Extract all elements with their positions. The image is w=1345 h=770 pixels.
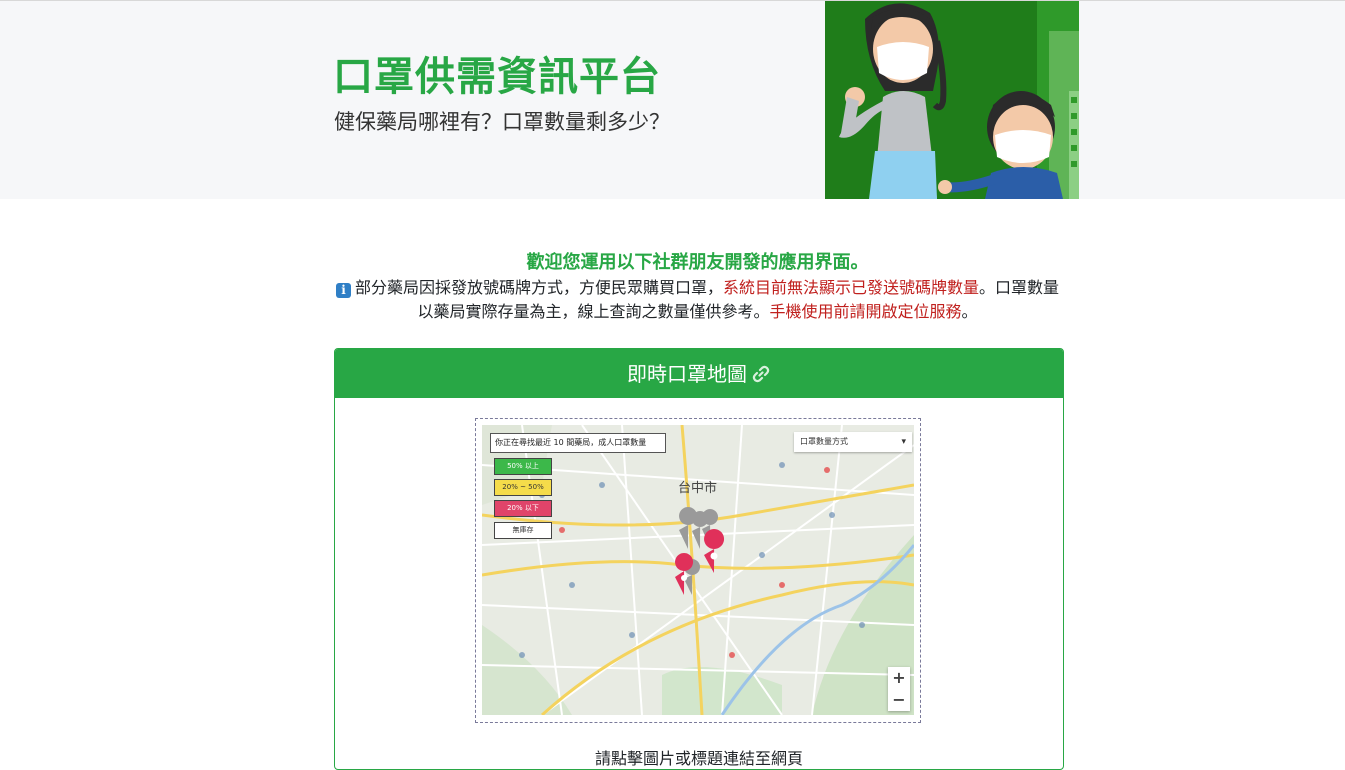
- map-image-link[interactable]: 你正在尋找最近 10 間藥局，成人口罩數量 口罩數量方式 台中市 50% 以上 …: [475, 418, 921, 723]
- hero-illustration: [825, 1, 1079, 199]
- map-zoom-control: + −: [888, 667, 910, 711]
- map-search-box[interactable]: 你正在尋找最近 10 間藥局，成人口罩數量: [490, 433, 666, 453]
- legend-20-50: 20% ~ 50%: [494, 479, 552, 496]
- map-sort-select[interactable]: 口罩數量方式: [794, 432, 912, 452]
- zoom-out-button[interactable]: −: [888, 689, 910, 711]
- page-subtitle: 健保藥局哪裡有？口罩數量剩多少？: [334, 110, 670, 134]
- intro-notice: i 部分藥局因採發放號碼牌方式，方便民眾購買口罩，系統目前無法顯示已發送號碼牌數量…: [330, 276, 1065, 324]
- map-city-label: 台中市: [678, 481, 718, 496]
- intro-heading: 歡迎您運用以下社群朋友開發的應用界面。: [526, 252, 869, 273]
- page-title: 口罩供需資訊平台: [333, 54, 661, 100]
- notice-warning-2: 手機使用前請開啟定位服務: [769, 302, 962, 321]
- zoom-in-button[interactable]: +: [888, 667, 910, 689]
- map-caption: 請點擊圖片或標題連結至網頁: [594, 749, 803, 768]
- info-icon: i: [335, 283, 351, 298]
- legend-above-50: 50% 以上: [494, 458, 552, 475]
- notice-text-1: 部分藥局因採發放號碼牌方式，方便民眾購買口罩，: [354, 278, 723, 297]
- intro-section: 歡迎您運用以下社群朋友開發的應用界面。 i 部分藥局因採發放號碼牌方式，方便民眾購…: [330, 250, 1065, 324]
- hero-banner: 口罩供需資訊平台 健保藥局哪裡有？口罩數量剩多少？: [0, 1, 1345, 199]
- notice-warning-1: 系統目前無法顯示已發送號碼牌數量: [722, 278, 979, 297]
- link-icon[interactable]: [751, 352, 771, 402]
- mask-map-card: 即時口罩地圖 你正在尋找最近 10 間藥局，成人口罩數量 口罩數量方式 ▾ 台中…: [334, 348, 1064, 770]
- legend-below-20: 20% 以下: [494, 500, 552, 517]
- notice-text-3: 。: [961, 302, 978, 321]
- card-header[interactable]: 即時口罩地圖: [335, 349, 1063, 398]
- map-screenshot[interactable]: 你正在尋找最近 10 間藥局，成人口罩數量 口罩數量方式 台中市 50% 以上 …: [482, 425, 914, 715]
- legend-out-of-stock: 無庫存: [494, 522, 552, 539]
- card-title[interactable]: 即時口罩地圖: [627, 362, 747, 386]
